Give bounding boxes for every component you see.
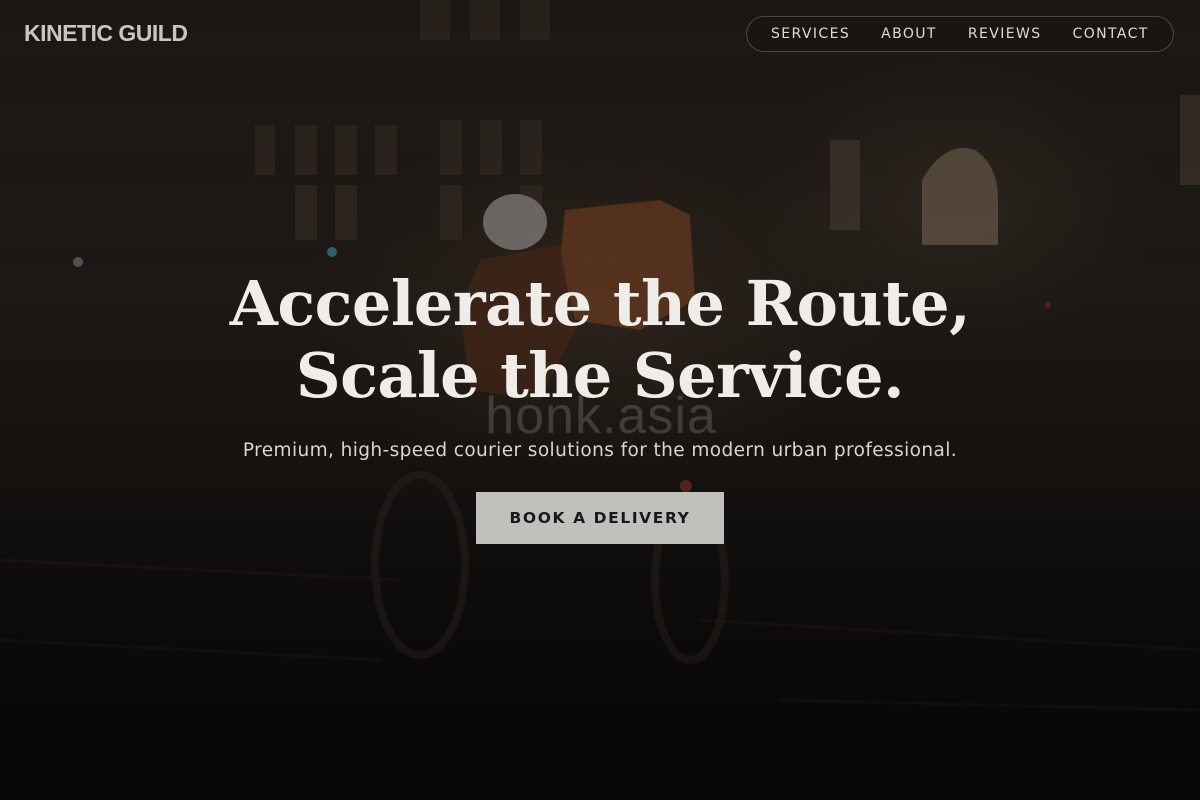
- book-delivery-button-label: BOOK A DELIVERY: [509, 509, 691, 527]
- nav-link-services[interactable]: SERVICES: [771, 26, 850, 42]
- hero-section: honk.asia KINETIC GUILD SERVICES ABOUT R…: [0, 0, 1200, 800]
- book-delivery-button[interactable]: BOOK A DELIVERY: [476, 492, 724, 544]
- main-navigation: SERVICES ABOUT REVIEWS CONTACT: [746, 16, 1174, 52]
- hero-headline-line-1: Accelerate the Route,: [229, 267, 971, 340]
- nav-link-contact[interactable]: CONTACT: [1073, 26, 1149, 42]
- hero-headline: Accelerate the Route, Scale the Service.: [0, 268, 1200, 412]
- hero-subheadline: Premium, high-speed courier solutions fo…: [242, 440, 958, 461]
- hero-headline-line-2: Scale the Service.: [295, 339, 905, 412]
- brand-logo[interactable]: KINETIC GUILD: [24, 20, 188, 47]
- nav-link-about[interactable]: ABOUT: [881, 26, 937, 42]
- nav-link-reviews[interactable]: REVIEWS: [968, 26, 1042, 42]
